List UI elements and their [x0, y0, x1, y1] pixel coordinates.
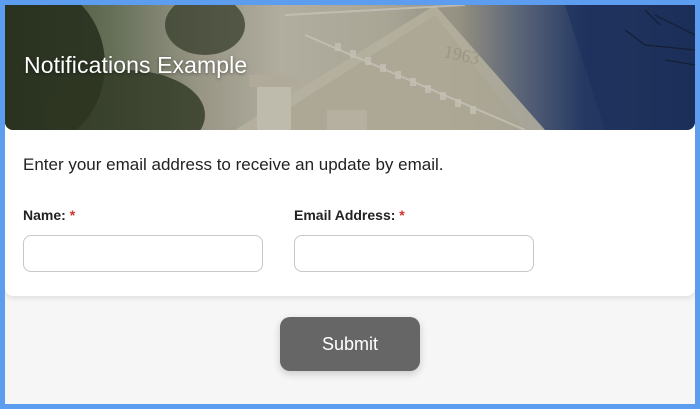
name-label-text: Name:	[23, 207, 66, 223]
header-banner: 1963 Notifications Example	[5, 5, 695, 130]
page-frame: 1963 Notifications Example Enter your em…	[5, 5, 695, 404]
email-label-text: Email Address:	[294, 207, 396, 223]
required-marker: *	[399, 207, 405, 223]
required-marker: *	[69, 207, 76, 223]
submit-button[interactable]: Submit	[280, 317, 420, 371]
form-card: 1963 Notifications Example Enter your em…	[5, 5, 695, 296]
name-input[interactable]	[23, 235, 263, 272]
email-input[interactable]	[294, 235, 534, 272]
name-label: Name: *	[23, 207, 75, 223]
page-title: Notifications Example	[24, 52, 248, 78]
email-label: Email Address: *	[294, 207, 405, 223]
intro-text: Enter your email address to receive an u…	[23, 155, 444, 174]
